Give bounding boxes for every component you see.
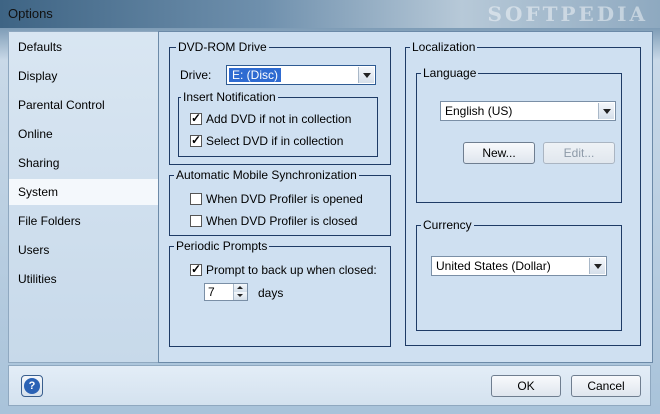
cancel-button[interactable]: Cancel bbox=[571, 375, 641, 397]
spin-up-icon[interactable] bbox=[233, 284, 247, 292]
sidebar-item-online[interactable]: Online bbox=[9, 121, 159, 147]
dvd-rom-drive-group: DVD-ROM Drive Drive: E: (Disc) Insert No… bbox=[169, 40, 391, 165]
currency-select[interactable]: United States (Dollar) bbox=[431, 256, 607, 276]
localization-label: Localization bbox=[410, 40, 478, 54]
chevron-down-icon[interactable] bbox=[358, 67, 374, 83]
sidebar-item-display[interactable]: Display bbox=[9, 63, 159, 89]
watermark: SOFTPEDIA bbox=[487, 2, 648, 26]
sidebar-item-parental-control[interactable]: Parental Control bbox=[9, 92, 159, 118]
language-select[interactable]: English (US) bbox=[440, 101, 616, 121]
mobile-sync-group: Automatic Mobile Synchronization When DV… bbox=[169, 168, 391, 236]
periodic-prompts-group: Periodic Prompts Prompt to back up when … bbox=[169, 239, 391, 347]
sidebar-item-system[interactable]: System bbox=[9, 179, 159, 205]
mobile-sync-label: Automatic Mobile Synchronization bbox=[174, 168, 359, 182]
currency-group: Currency United States (Dollar) bbox=[416, 218, 622, 331]
sync-when-closed-label[interactable]: When DVD Profiler is closed bbox=[206, 214, 357, 228]
language-label: Language bbox=[421, 66, 479, 80]
chevron-down-icon[interactable] bbox=[598, 103, 614, 119]
sync-when-closed-checkbox[interactable] bbox=[190, 215, 202, 227]
language-select-value: English (US) bbox=[445, 104, 513, 118]
currency-select-value: United States (Dollar) bbox=[436, 259, 551, 273]
insert-notification-label: Insert Notification bbox=[181, 90, 278, 104]
days-label: days bbox=[258, 286, 284, 300]
sidebar-item-utilities[interactable]: Utilities bbox=[9, 266, 159, 292]
options-window: Options SOFTPEDIA Defaults Display Paren… bbox=[0, 0, 660, 414]
add-dvd-label[interactable]: Add DVD if not in collection bbox=[206, 112, 351, 126]
ok-button[interactable]: OK bbox=[491, 375, 561, 397]
sidebar-item-file-folders[interactable]: File Folders bbox=[9, 208, 159, 234]
select-dvd-checkbox[interactable] bbox=[190, 133, 202, 147]
periodic-prompts-label: Periodic Prompts bbox=[174, 239, 270, 253]
sidebar-item-defaults[interactable]: Defaults bbox=[9, 34, 159, 60]
language-group: Language English (US) New... Edit... bbox=[416, 66, 622, 203]
currency-label: Currency bbox=[421, 218, 474, 232]
add-dvd-checkbox[interactable] bbox=[190, 111, 202, 125]
sync-when-opened-label[interactable]: When DVD Profiler is opened bbox=[206, 192, 363, 206]
backup-days-spinner[interactable]: 7 bbox=[204, 283, 248, 301]
prompt-backup-checkbox[interactable] bbox=[190, 262, 202, 276]
edit-language-button[interactable]: Edit... bbox=[543, 142, 615, 164]
help-button[interactable]: ? bbox=[21, 375, 43, 397]
sync-when-opened-checkbox[interactable] bbox=[190, 193, 202, 205]
title-bar[interactable]: Options SOFTPEDIA bbox=[0, 0, 660, 28]
sidebar-item-sharing[interactable]: Sharing bbox=[9, 150, 159, 176]
options-sidebar: Defaults Display Parental Control Online… bbox=[8, 31, 160, 363]
drive-select[interactable]: E: (Disc) bbox=[226, 65, 376, 85]
drive-select-value: E: (Disc) bbox=[229, 68, 281, 82]
window-title: Options bbox=[8, 6, 53, 21]
backup-days-value[interactable]: 7 bbox=[208, 285, 215, 299]
spin-down-icon[interactable] bbox=[233, 292, 247, 300]
dialog-footer: ? OK Cancel bbox=[8, 365, 651, 406]
insert-notification-group: Insert Notification Add DVD if not in co… bbox=[178, 90, 378, 157]
drive-label: Drive: bbox=[180, 68, 212, 82]
help-icon: ? bbox=[24, 378, 40, 394]
select-dvd-label[interactable]: Select DVD if in collection bbox=[206, 134, 343, 148]
localization-group: Localization Language English (US) New..… bbox=[405, 40, 641, 346]
prompt-backup-label[interactable]: Prompt to back up when closed: bbox=[206, 263, 377, 277]
dvd-rom-drive-label: DVD-ROM Drive bbox=[176, 40, 269, 54]
new-language-button[interactable]: New... bbox=[463, 142, 535, 164]
chevron-down-icon[interactable] bbox=[589, 258, 605, 274]
sidebar-item-users[interactable]: Users bbox=[9, 237, 159, 263]
system-settings-panel: DVD-ROM Drive Drive: E: (Disc) Insert No… bbox=[158, 31, 653, 363]
